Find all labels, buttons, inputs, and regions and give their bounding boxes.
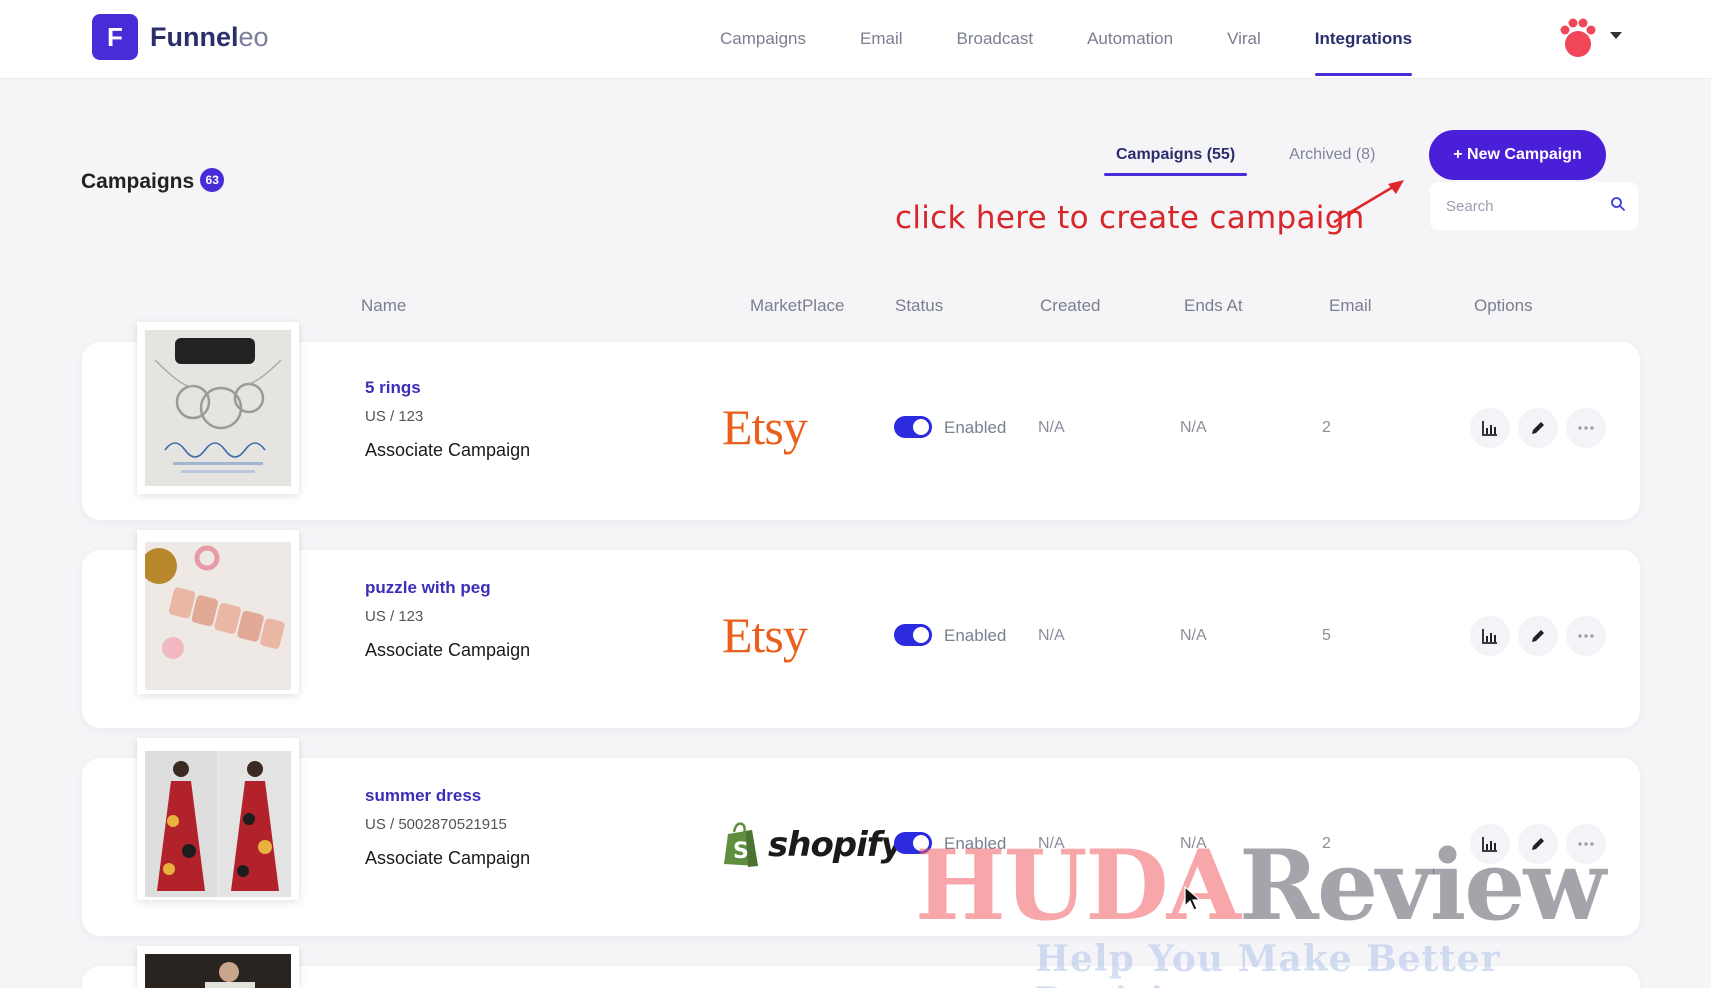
campaign-type: Associate Campaign (365, 640, 531, 660)
product-thumbnail[interactable] (137, 738, 299, 900)
email-count: 2 (1322, 419, 1331, 436)
col-email: Email (1329, 296, 1372, 315)
top-navbar: F Funneleo Campaigns Email Broadcast Aut… (0, 0, 1711, 78)
ends-at-value: N/A (1180, 627, 1207, 644)
logo-name-light: eo (238, 21, 269, 52)
campaign-name-link[interactable]: 5 rings (365, 378, 421, 398)
col-options: Options (1474, 296, 1533, 315)
edit-button[interactable] (1518, 616, 1558, 656)
page-title-text: Campaigns (81, 170, 195, 193)
product-thumbnail[interactable] (137, 530, 299, 694)
nav-integrations[interactable]: Integrations (1314, 0, 1413, 78)
ends-at-value: N/A (1180, 419, 1207, 436)
dress-photo (145, 751, 291, 897)
new-campaign-button[interactable]: + New Campaign (1429, 130, 1606, 180)
product-photo (145, 954, 291, 988)
nav-campaigns[interactable]: Campaigns (720, 0, 806, 78)
product-thumbnail[interactable] (137, 322, 299, 494)
status-label: Enabled (944, 626, 1007, 645)
logo-wordmark: Funneleo (150, 22, 269, 53)
edit-button[interactable] (1518, 408, 1558, 448)
tab-campaigns[interactable]: Campaigns (55) (1104, 140, 1248, 176)
pencil-icon (1532, 422, 1544, 434)
stats-button[interactable] (1470, 408, 1510, 448)
nav-broadcast[interactable]: Broadcast (957, 0, 1034, 78)
chevron-down-icon[interactable] (1610, 32, 1622, 39)
mouse-cursor-icon (1184, 886, 1202, 911)
campaign-tabs: Campaigns (55) Archived (8) (1104, 140, 1417, 176)
watermark-logo: HUDAReview (915, 838, 1606, 934)
stats-button[interactable] (1470, 616, 1510, 656)
name-puzzle-photo (145, 542, 291, 690)
etsy-logo: Etsy (722, 607, 808, 663)
campaign-region-id: US / 5002870521915 (365, 816, 507, 833)
col-status: Status (895, 296, 944, 315)
more-dots-icon (1578, 634, 1594, 638)
more-options-button[interactable] (1566, 616, 1606, 656)
more-dots-icon (1578, 426, 1594, 430)
nav-email[interactable]: Email (860, 0, 903, 78)
necklace-photo (145, 330, 291, 486)
table-row: puzzle with peg US / 123 Associate Campa… (82, 530, 1640, 728)
shopify-bag-icon: S (724, 822, 758, 867)
campaign-type: Associate Campaign (365, 848, 531, 868)
campaign-name-link[interactable]: summer dress (365, 786, 481, 806)
annotation-text: click here to create campaign (895, 200, 1365, 236)
table-header: Name MarketPlace Status Created Ends At … (0, 296, 1711, 320)
nav-viral[interactable]: Viral (1227, 0, 1261, 78)
watermark-tagline: Help You Make Better Decisions (1035, 938, 1501, 988)
col-created: Created (1040, 296, 1101, 315)
campaign-region-id: US / 123 (365, 408, 424, 425)
campaign-count-badge: 63 (200, 168, 225, 192)
app-logo[interactable]: F Funneleo (92, 14, 269, 60)
paw-icon[interactable] (1556, 16, 1600, 60)
col-marketplace: MarketPlace (750, 296, 845, 315)
shopify-wordmark: shopify (768, 825, 903, 865)
main-nav: Campaigns Email Broadcast Automation Vir… (720, 0, 1466, 78)
search-icon[interactable] (1610, 196, 1626, 212)
more-options-button[interactable] (1566, 408, 1606, 448)
campaign-type: Associate Campaign (365, 440, 531, 460)
svg-text:S: S (733, 839, 749, 864)
status-toggle[interactable] (894, 624, 932, 646)
created-value: N/A (1038, 419, 1065, 436)
campaign-region-id: US / 123 (365, 608, 424, 625)
logo-mark: F (92, 14, 138, 60)
nav-automation[interactable]: Automation (1087, 0, 1173, 78)
search-input[interactable] (1430, 182, 1600, 230)
bar-chart-icon (1482, 421, 1497, 436)
shopify-logo: S shopify (722, 822, 903, 868)
page-title: Campaigns 63 (81, 168, 225, 194)
watermark-brand-b: Review (1239, 829, 1606, 942)
etsy-logo: Etsy (722, 399, 808, 455)
status-toggle[interactable] (894, 416, 932, 438)
pencil-icon (1532, 630, 1544, 642)
col-ends-at: Ends At (1184, 296, 1243, 315)
table-row: 5 rings US / 123 Associate Campaign Etsy… (82, 322, 1640, 520)
created-value: N/A (1038, 627, 1065, 644)
status-label: Enabled (944, 418, 1007, 437)
campaign-name-link[interactable]: puzzle with peg (365, 578, 491, 598)
col-name: Name (361, 296, 407, 315)
bar-chart-icon (1482, 629, 1497, 644)
tab-archived[interactable]: Archived (8) (1277, 140, 1387, 176)
email-count: 5 (1322, 627, 1331, 644)
search-box (1430, 182, 1638, 230)
annotation-arrow-icon (1333, 180, 1404, 224)
product-thumbnail[interactable] (137, 946, 299, 988)
logo-name-bold: Funnel (150, 21, 239, 52)
